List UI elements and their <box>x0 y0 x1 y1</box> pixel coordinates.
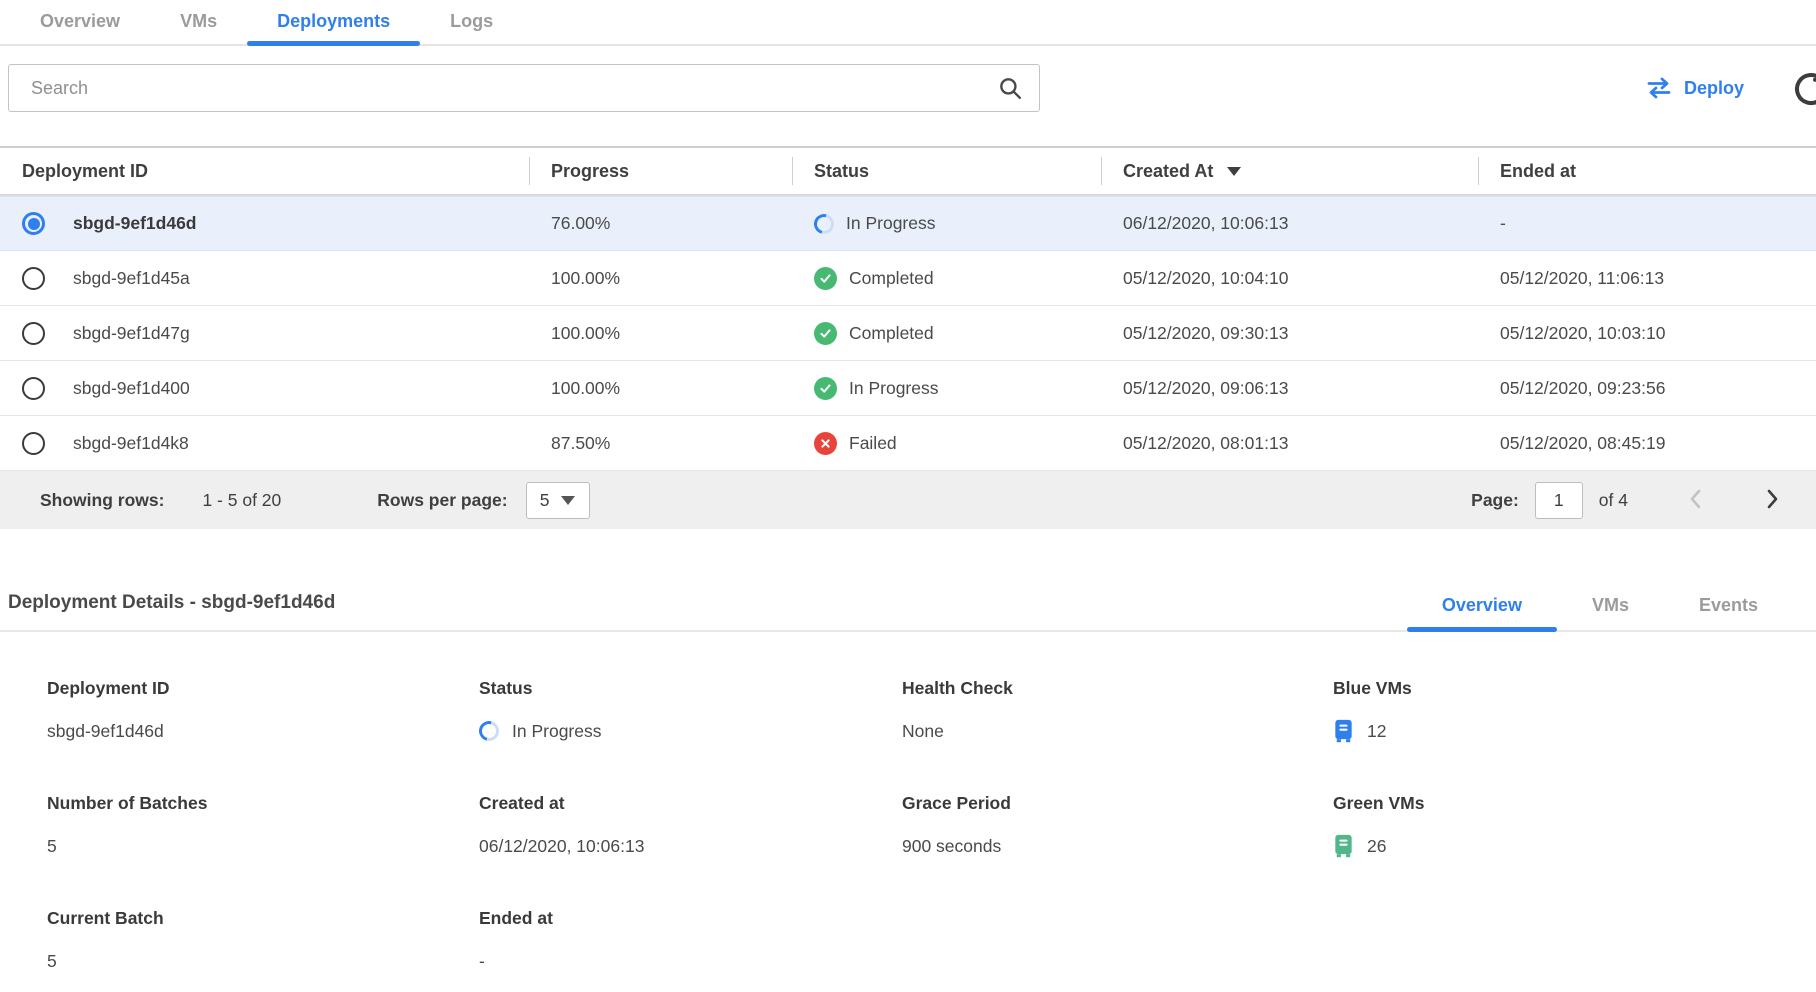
field-number-of-batches: Number of Batches 5 <box>47 793 479 858</box>
ended-at-cell: 05/12/2020, 08:45:19 <box>1478 433 1816 454</box>
pagination: Page: of 4 <box>1471 482 1790 519</box>
progress-cell: 100.00% <box>529 378 792 399</box>
row-radio[interactable] <box>22 377 45 400</box>
vm-icon <box>1333 834 1354 858</box>
deployments-table: Deployment ID Progress Status Created At… <box>0 146 1816 529</box>
previous-page-button[interactable] <box>1686 487 1706 513</box>
deployment-id: sbgd-9ef1d45a <box>73 268 190 289</box>
status-cell: In Progress <box>792 213 1101 234</box>
deploy-button[interactable]: Deploy <box>1646 77 1744 99</box>
row-radio[interactable] <box>22 432 45 455</box>
search-input[interactable] <box>31 78 997 99</box>
row-radio[interactable] <box>22 322 45 345</box>
page-label: Page: <box>1471 490 1519 511</box>
created-at-cell: 06/12/2020, 10:06:13 <box>1101 213 1478 234</box>
search-icon <box>997 75 1023 101</box>
details-tab-bar: Overview VMs Events <box>1407 585 1793 630</box>
table-row[interactable]: sbgd-9ef1d45a 100.00% Completed 05/12/20… <box>0 251 1816 306</box>
toolbar: Deploy <box>0 64 1816 112</box>
deployment-id: sbgd-9ef1d400 <box>73 378 190 399</box>
deploy-label: Deploy <box>1684 78 1744 99</box>
rows-per-page-select[interactable]: 5 <box>526 482 590 519</box>
page-input[interactable] <box>1535 482 1583 519</box>
field-green-vms: Green VMs 26 <box>1333 793 1816 858</box>
column-header-deployment-id[interactable]: Deployment ID <box>0 148 529 194</box>
row-radio[interactable] <box>22 212 45 235</box>
deployment-id: sbgd-9ef1d46d <box>73 213 197 234</box>
field-created-at: Created at 06/12/2020, 10:06:13 <box>479 793 902 858</box>
status-cell: Completed <box>792 322 1101 345</box>
ended-at-cell: 05/12/2020, 11:06:13 <box>1478 268 1816 289</box>
created-at-cell: 05/12/2020, 08:01:13 <box>1101 433 1478 454</box>
check-circle-icon <box>814 267 837 290</box>
field-current-batch: Current Batch 5 <box>47 908 479 973</box>
check-circle-icon <box>814 377 837 400</box>
tab-deployments[interactable]: Deployments <box>247 0 420 44</box>
table-row[interactable]: sbgd-9ef1d47g 100.00% Completed 05/12/20… <box>0 306 1816 361</box>
table-row[interactable]: sbgd-9ef1d4k8 87.50% Failed 05/12/2020, … <box>0 416 1816 471</box>
field-grace-period: Grace Period 900 seconds <box>902 793 1333 858</box>
rows-per-page-label: Rows per page: <box>377 490 507 511</box>
progress-cell: 87.50% <box>529 433 792 454</box>
page-total: of 4 <box>1599 490 1628 511</box>
ended-at-cell: 05/12/2020, 09:23:56 <box>1478 378 1816 399</box>
column-header-created-at[interactable]: Created At <box>1101 148 1478 194</box>
page-tab-bar: Overview VMs Deployments Logs <box>0 0 1816 46</box>
chevron-right-icon <box>1763 487 1781 511</box>
showing-rows-value: 1 - 5 of 20 <box>202 490 281 511</box>
column-header-status[interactable]: Status <box>792 148 1101 194</box>
progress-cell: 100.00% <box>529 268 792 289</box>
next-page-button[interactable] <box>1762 487 1782 513</box>
progress-cell: 76.00% <box>529 213 792 234</box>
x-circle-icon <box>814 432 837 455</box>
deployment-id: sbgd-9ef1d47g <box>73 323 190 344</box>
column-header-progress[interactable]: Progress <box>529 148 792 194</box>
details-tab-vms[interactable]: VMs <box>1557 585 1664 630</box>
details-tab-events[interactable]: Events <box>1664 585 1793 630</box>
tab-vms[interactable]: VMs <box>150 0 247 44</box>
deployment-details-section: Deployment Details - sbgd-9ef1d46d Overv… <box>0 585 1816 973</box>
refresh-icon[interactable] <box>1790 68 1816 110</box>
status-cell: In Progress <box>792 377 1101 400</box>
vm-icon <box>1333 719 1354 743</box>
swap-arrows-icon <box>1646 77 1672 99</box>
spinner-icon <box>475 717 502 744</box>
field-health-check: Health Check None <box>902 678 1333 743</box>
chevron-left-icon <box>1687 487 1705 511</box>
status-cell: Failed <box>792 432 1101 455</box>
field-deployment-id: Deployment ID sbgd-9ef1d46d <box>47 678 479 743</box>
table-footer: Showing rows: 1 - 5 of 20 Rows per page:… <box>0 471 1816 529</box>
details-title: Deployment Details - sbgd-9ef1d46d <box>8 592 335 630</box>
progress-cell: 100.00% <box>529 323 792 344</box>
table-header: Deployment ID Progress Status Created At… <box>0 146 1816 196</box>
tab-overview[interactable]: Overview <box>10 0 150 44</box>
tab-logs[interactable]: Logs <box>420 0 523 44</box>
table-row[interactable]: sbgd-9ef1d400 100.00% In Progress 05/12/… <box>0 361 1816 416</box>
sort-desc-icon[interactable] <box>1227 167 1241 176</box>
created-at-cell: 05/12/2020, 09:06:13 <box>1101 378 1478 399</box>
showing-rows-label: Showing rows: <box>40 490 164 511</box>
table-row[interactable]: sbgd-9ef1d46d 76.00% In Progress 06/12/2… <box>0 196 1816 251</box>
details-grid: Deployment ID sbgd-9ef1d46d Status In Pr… <box>0 632 1816 973</box>
created-at-cell: 05/12/2020, 10:04:10 <box>1101 268 1478 289</box>
field-blue-vms: Blue VMs 12 <box>1333 678 1816 743</box>
chevron-down-icon <box>561 496 575 505</box>
field-ended-at: Ended at - <box>479 908 902 973</box>
status-cell: Completed <box>792 267 1101 290</box>
ended-at-cell: - <box>1478 213 1816 234</box>
check-circle-icon <box>814 322 837 345</box>
deployment-id: sbgd-9ef1d4k8 <box>73 433 189 454</box>
search-box[interactable] <box>8 64 1040 112</box>
field-status: Status In Progress <box>479 678 902 743</box>
spinner-icon <box>810 210 837 237</box>
created-at-cell: 05/12/2020, 09:30:13 <box>1101 323 1478 344</box>
details-tab-overview[interactable]: Overview <box>1407 585 1557 630</box>
column-header-ended-at[interactable]: Ended at <box>1478 148 1816 194</box>
row-radio[interactable] <box>22 267 45 290</box>
ended-at-cell: 05/12/2020, 10:03:10 <box>1478 323 1816 344</box>
